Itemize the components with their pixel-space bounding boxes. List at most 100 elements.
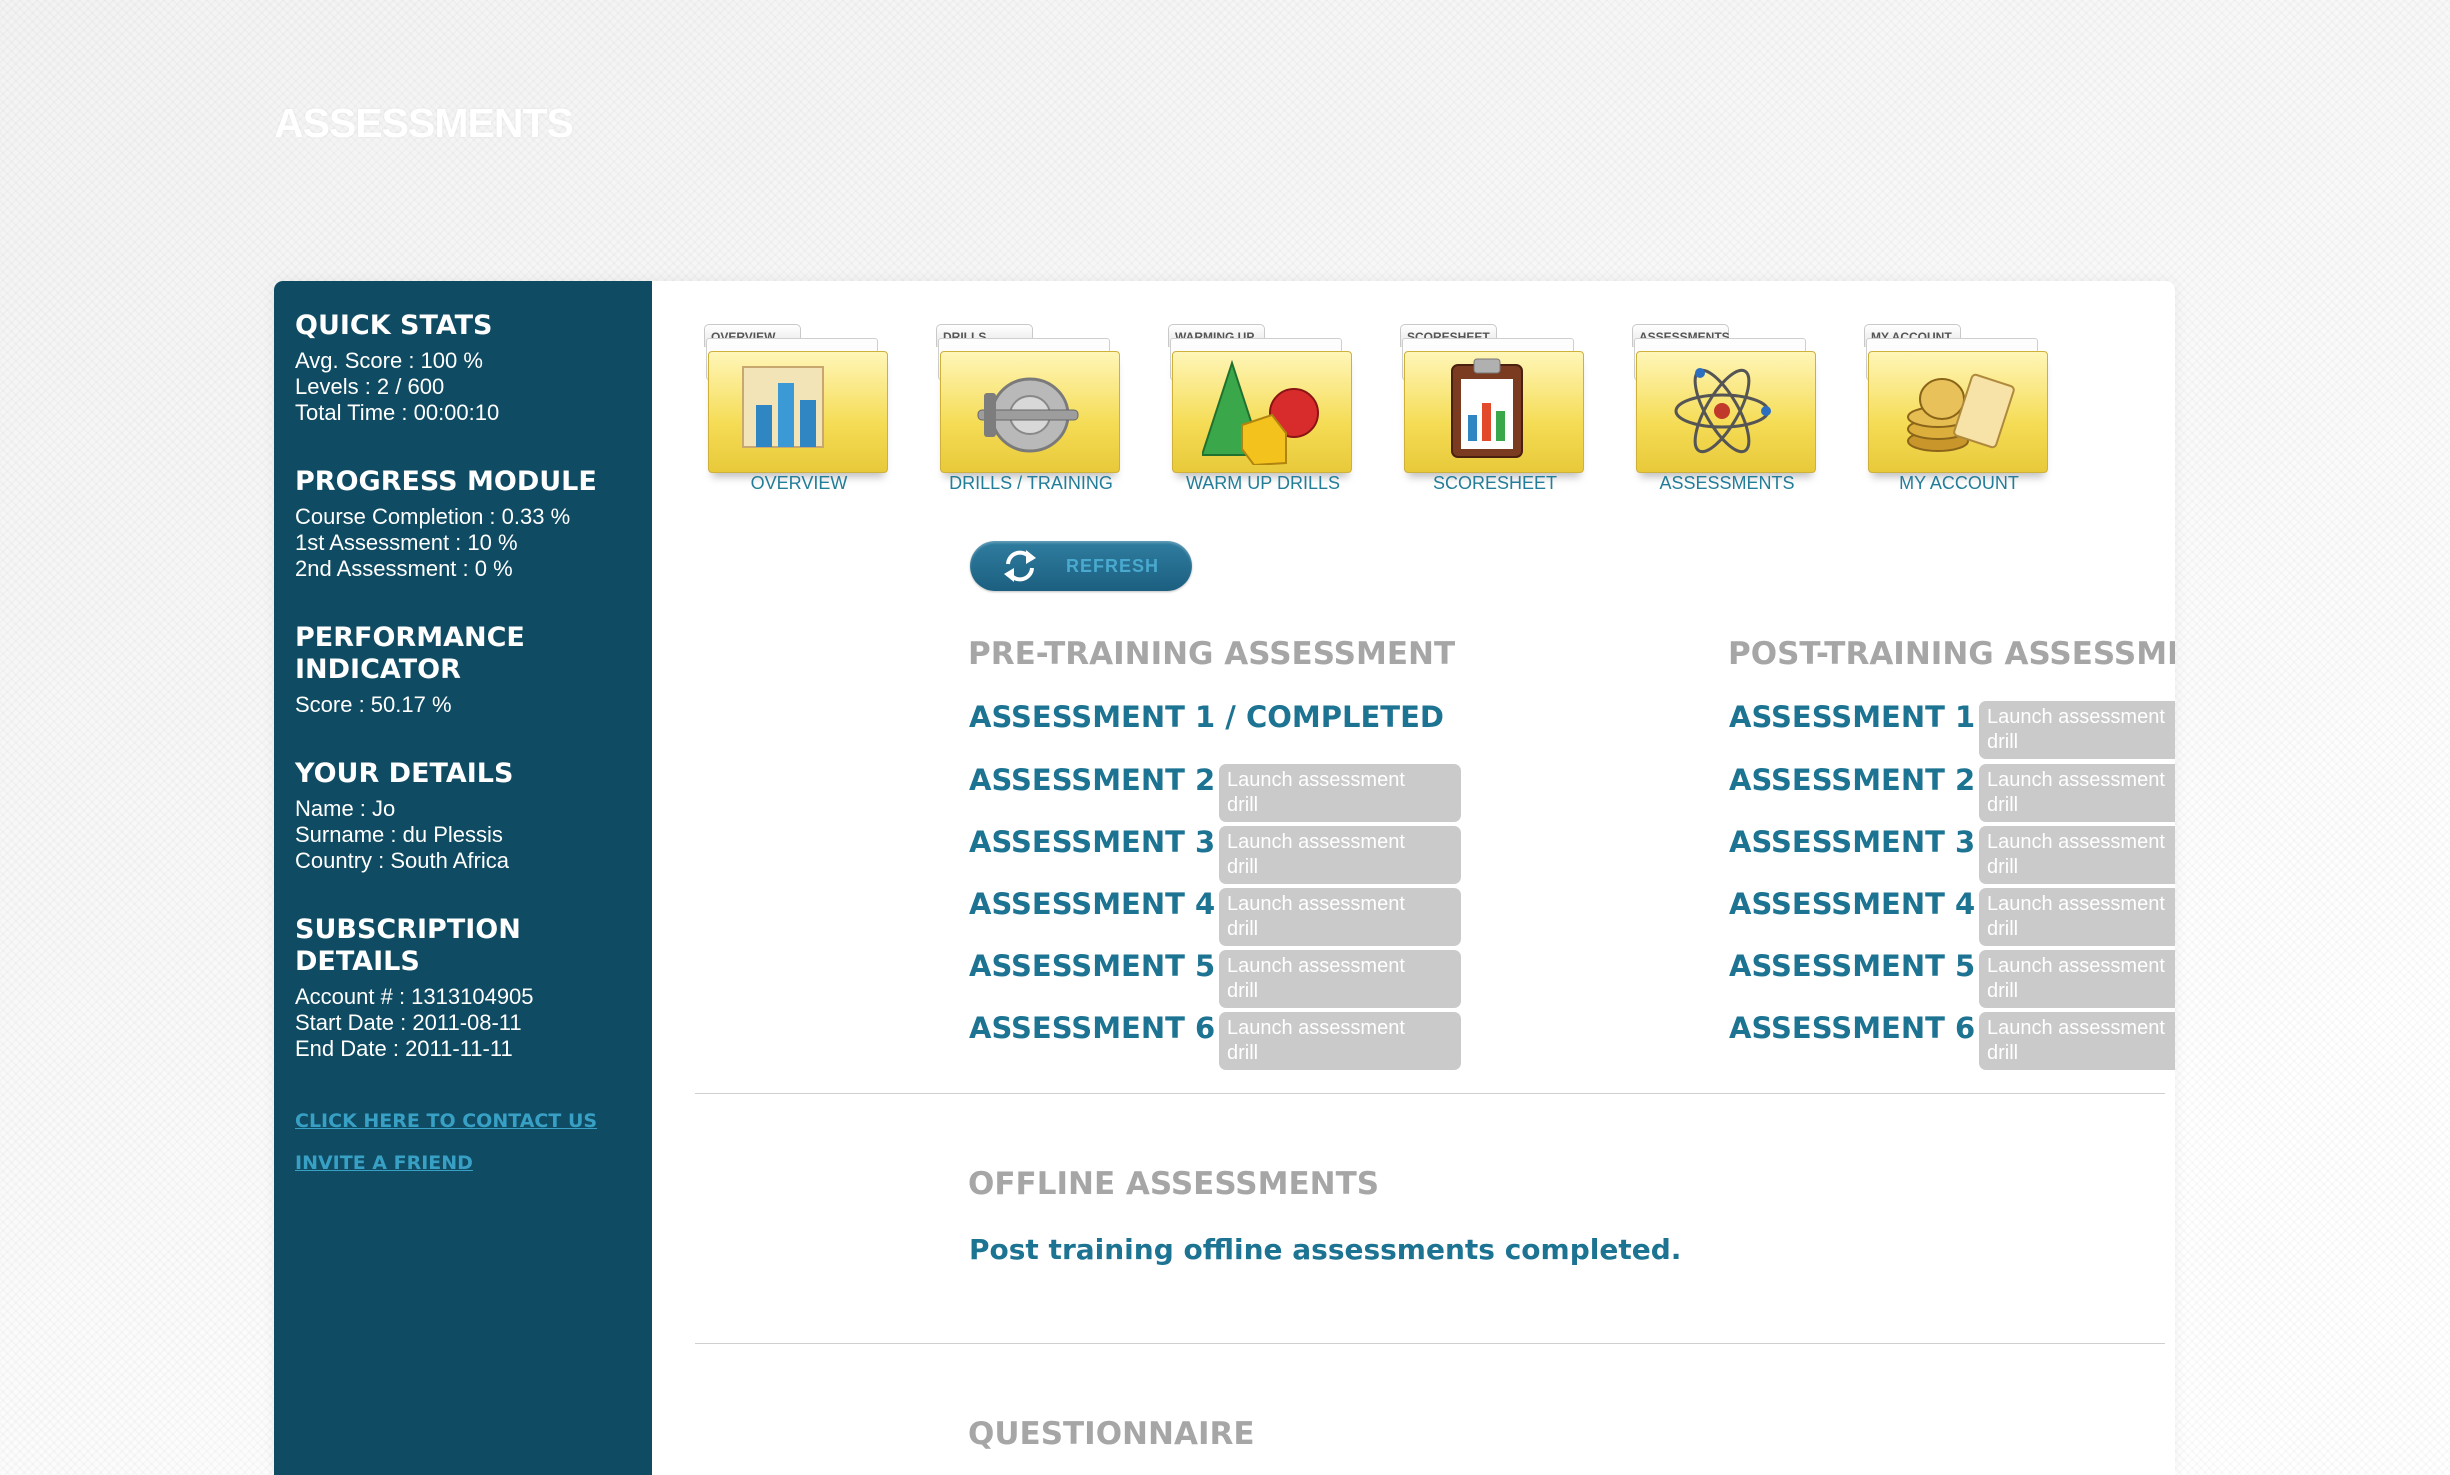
nav-item-drills-training[interactable]: DRILLS DRILLS / TRAINING [926, 321, 1136, 493]
detail-surname: Surname : du Plessis [295, 822, 503, 847]
pre-assessment-3-launch-button[interactable]: Launch assessment drill [1219, 826, 1461, 884]
launch-button-line1: Launch assessment [1227, 769, 1405, 791]
post-assessment-6-title: ASSESSMENT 6 [1729, 1011, 1976, 1045]
avg-score: Avg. Score : 100 % [295, 348, 483, 373]
coins-icon [1907, 373, 2015, 452]
detail-country: Country : South Africa [295, 848, 509, 873]
launch-button-line2: drill [1227, 980, 1259, 1002]
post-assessment-2-launch-button[interactable]: Launch assessment drill [1979, 764, 2175, 822]
nav-item-scoresheet[interactable]: SCORESHEET SCORESHEET [1390, 321, 1600, 493]
nav-label: WARM UP DRILLS [1185, 473, 1341, 493]
course-completion: Course Completion : 0.33 % [295, 504, 571, 529]
pre-assessment-4-launch-button[interactable]: Launch assessment drill [1219, 888, 1461, 946]
detail-name: Name : Jo [295, 796, 396, 821]
pre-assessment-6-launch-button[interactable]: Launch assessment drill [1219, 1012, 1461, 1070]
progress-module-section: PROGRESS MODULE Course Completion : 0.33… [295, 466, 597, 582]
nav-label: SCORESHEET [1432, 473, 1558, 493]
total-time: Total Time : 00:00:10 [295, 400, 500, 425]
subscription-heading-line1: SUBSCRIPTION [295, 914, 521, 945]
nav-item-assessments[interactable]: ASSESSMENTS ASSESSMENTS [1622, 321, 1832, 493]
launch-button-line2: drill [1987, 1042, 2019, 1064]
performance-indicator-section: PERFORMANCE INDICATOR Score : 50.17 % [295, 622, 525, 718]
post-assessment-4-title: ASSESSMENT 4 [1729, 887, 1976, 921]
pre-assessment-2-title: ASSESSMENT 2 [969, 763, 1216, 797]
launch-button-line2: drill [1227, 1042, 1259, 1064]
invite-friend-link[interactable]: INVITE A FRIEND [295, 1152, 473, 1174]
atom-icon [1674, 368, 1771, 454]
section-divider [695, 1343, 2165, 1344]
subscription-heading-line2: DETAILS [295, 946, 420, 977]
nav-label: OVERVIEW [750, 473, 848, 493]
contact-us-link[interactable]: CLICK HERE TO CONTACT US [295, 1110, 597, 1132]
launch-button-line2: drill [1227, 918, 1259, 940]
nav-label: MY ACCOUNT [1899, 473, 2019, 493]
launch-button-line1: Launch assessment [1227, 955, 1405, 977]
post-assessment-6-launch-button[interactable]: Launch assessment drill [1979, 1012, 2175, 1070]
bar-chart-icon [742, 366, 824, 448]
second-assessment: 2nd Assessment : 0 % [295, 556, 513, 581]
quick-stats-heading: QUICK STATS [295, 310, 493, 341]
refresh-icon [1004, 550, 1036, 582]
launch-button-line2: drill [1227, 856, 1259, 878]
progress-module-heading: PROGRESS MODULE [295, 466, 597, 497]
pre-assessment-5-title: ASSESSMENT 5 [969, 949, 1216, 983]
launch-button-line2: drill [1987, 856, 2019, 878]
launch-button-line2: drill [1987, 731, 2019, 753]
offline-assessments-heading: OFFLINE ASSESSMENTS [968, 1166, 1380, 1202]
questionnaire-heading: QUESTIONNAIRE [968, 1416, 1255, 1452]
launch-button-line1: Launch assessment [1987, 769, 2165, 791]
offline-assessments-status: Post training offline assessments comple… [969, 1233, 1682, 1266]
end-date: End Date : 2011-11-11 [295, 1036, 513, 1061]
refresh-button[interactable]: REFRESH [970, 541, 1192, 591]
launch-button-line1: Launch assessment [1987, 706, 2165, 728]
start-date: Start Date : 2011-08-11 [295, 1010, 522, 1035]
first-assessment: 1st Assessment : 10 % [295, 530, 518, 555]
post-assessment-4-launch-button[interactable]: Launch assessment drill [1979, 888, 2175, 946]
launch-button-line2: drill [1987, 918, 2019, 940]
post-assessment-3-launch-button[interactable]: Launch assessment drill [1979, 826, 2175, 884]
subscription-details-heading: SUBSCRIPTION DETAILS [295, 914, 534, 978]
quick-stats-section: QUICK STATS Avg. Score : 100 % Levels : … [295, 310, 499, 426]
launch-button-line2: drill [1227, 794, 1259, 816]
post-assessment-5-launch-button[interactable]: Launch assessment drill [1979, 950, 2175, 1008]
content-panel: QUICK STATS Avg. Score : 100 % Levels : … [274, 281, 2175, 1475]
nav-label: DRILLS / TRAINING [949, 473, 1113, 493]
your-details-heading: YOUR DETAILS [295, 758, 514, 789]
pre-assessment-3-title: ASSESSMENT 3 [969, 825, 1216, 859]
performance-score: Score : 50.17 % [295, 692, 452, 717]
launch-button-line1: Launch assessment [1987, 955, 2165, 977]
dumbbell-icon [977, 377, 1079, 453]
launch-button-line1: Launch assessment [1227, 893, 1405, 915]
launch-button-line1: Launch assessment [1987, 1017, 2165, 1039]
main-content: OVERVIEW OVERVIEW DRILLS DRILLS / TRAINI… [652, 281, 2175, 1475]
post-assessment-1-launch-button[interactable]: Launch assessment drill [1979, 701, 2175, 759]
clipboard-icon [1451, 358, 1523, 458]
pre-assessment-2-launch-button[interactable]: Launch assessment drill [1219, 764, 1461, 822]
nav-item-my-account[interactable]: MY ACCOUNT MY ACCOUNT [1854, 321, 2064, 493]
subscription-details-section: SUBSCRIPTION DETAILS Account # : 1313104… [295, 914, 534, 1062]
pre-training-heading: PRE-TRAINING ASSESSMENT [968, 636, 1456, 672]
account-number: Account # : 1313104905 [295, 984, 534, 1009]
launch-button-line1: Launch assessment [1987, 893, 2165, 915]
performance-indicator-heading: PERFORMANCE INDICATOR [295, 622, 525, 686]
page-title: ASSESSMENTS [274, 100, 574, 146]
nav-label: ASSESSMENTS [1659, 473, 1795, 493]
pre-assessment-4-title: ASSESSMENT 4 [969, 887, 1216, 921]
launch-button-line1: Launch assessment [1227, 831, 1405, 853]
your-details-section: YOUR DETAILS Name : Jo Surname : du Ples… [295, 758, 513, 874]
performance-heading-line2: INDICATOR [295, 654, 461, 685]
refresh-label: REFRESH [1066, 556, 1160, 576]
pre-assessment-5-launch-button[interactable]: Launch assessment drill [1219, 950, 1461, 1008]
launch-button-line1: Launch assessment [1227, 1017, 1405, 1039]
nav-item-warm-up-drills[interactable]: WARMING UP WARM UP DRILLS [1158, 321, 1368, 493]
launch-button-line1: Launch assessment [1987, 831, 2165, 853]
post-assessment-3-title: ASSESSMENT 3 [1729, 825, 1976, 859]
shapes-icon [1202, 359, 1319, 465]
post-training-heading: POST-TRAINING ASSESSMENT [1728, 636, 2175, 672]
section-divider [695, 1093, 2165, 1094]
post-assessment-2-title: ASSESSMENT 2 [1729, 763, 1976, 797]
nav-item-overview[interactable]: OVERVIEW OVERVIEW [694, 321, 904, 493]
pre-assessment-1-title: ASSESSMENT 1 / COMPLETED [969, 700, 1444, 734]
post-assessment-1-title: ASSESSMENT 1 [1729, 700, 1976, 734]
pre-assessment-6-title: ASSESSMENT 6 [969, 1011, 1216, 1045]
